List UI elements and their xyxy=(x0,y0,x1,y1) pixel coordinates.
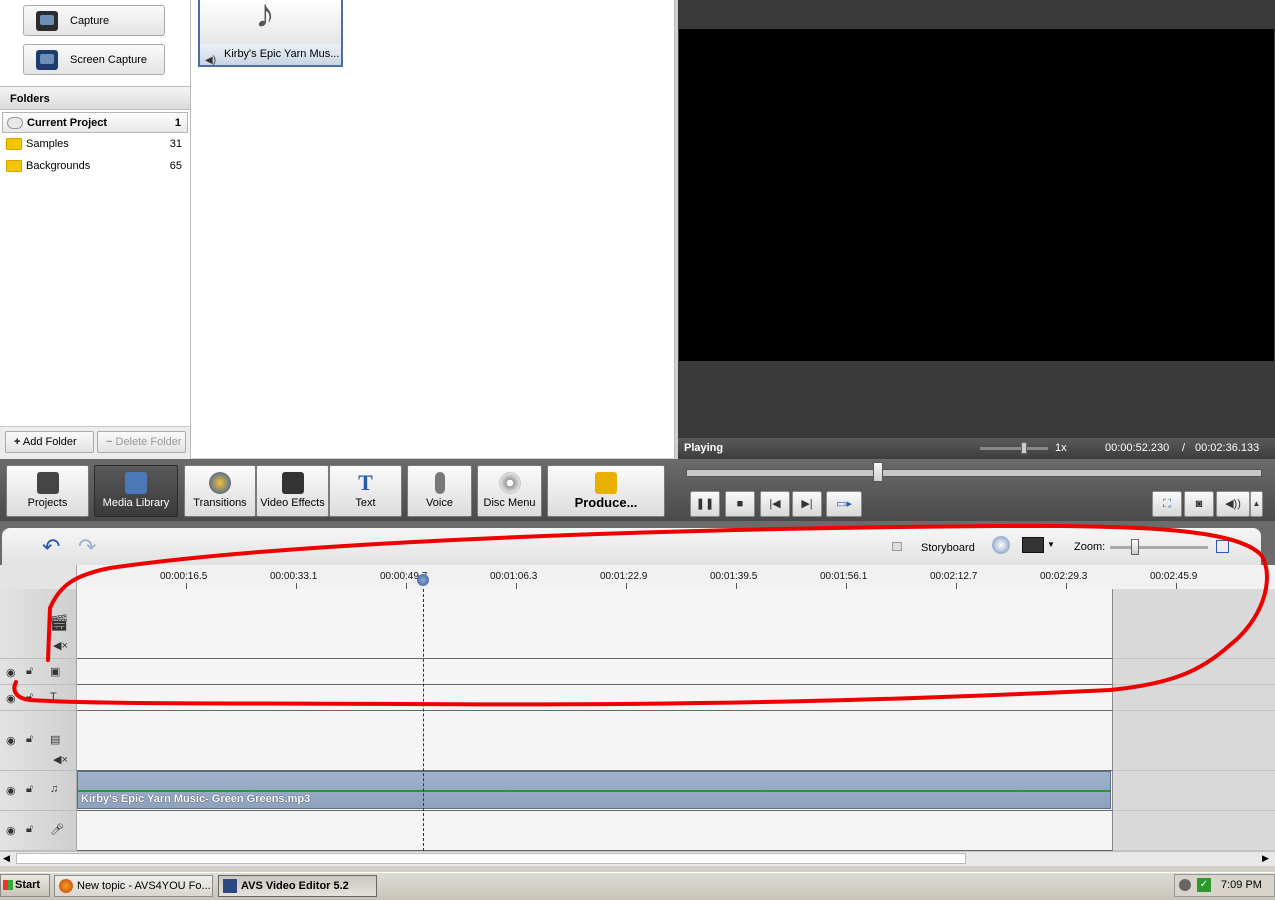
start-label: Start xyxy=(15,879,41,891)
annotation-stroke xyxy=(12,523,1269,707)
windows-logo-icon xyxy=(3,880,13,890)
taskbar-clock: 7:09 PM xyxy=(1221,879,1262,891)
tray-security-icon[interactable]: ✓ xyxy=(1197,878,1211,892)
avs-app-icon xyxy=(223,879,237,893)
tray-app-icon[interactable] xyxy=(1179,879,1191,891)
taskbar-item-browser[interactable]: New topic - AVS4YOU Fo... xyxy=(54,875,213,897)
system-tray: ✓ 7:09 PM xyxy=(1174,874,1275,897)
red-annotation-circle xyxy=(12,523,1269,707)
taskbar-item-avs[interactable]: AVS Video Editor 5.2 xyxy=(218,875,377,897)
firefox-icon xyxy=(59,879,73,893)
start-button[interactable]: Start xyxy=(0,874,50,897)
taskbar-item-label: New topic - AVS4YOU Fo... xyxy=(77,880,211,892)
taskbar-item-label: AVS Video Editor 5.2 xyxy=(241,880,349,892)
